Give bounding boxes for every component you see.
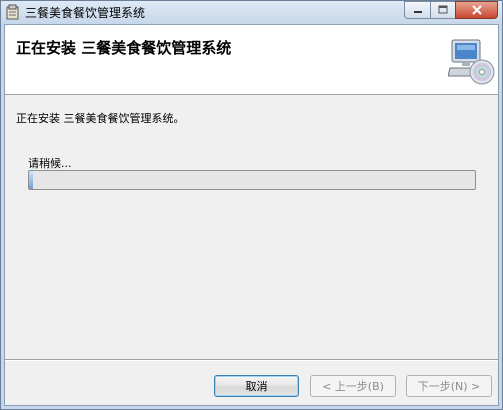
back-button[interactable]: < 上一步(B) bbox=[310, 375, 396, 397]
wait-label: 请稍候... bbox=[28, 157, 72, 170]
header-banner: 正在安装 三餐美食餐饮管理系统 bbox=[5, 25, 498, 95]
footer-separator bbox=[5, 359, 498, 361]
window-title: 三餐美食餐饮管理系统 bbox=[25, 6, 146, 20]
cancel-button[interactable]: 取消 bbox=[214, 375, 299, 397]
minimize-button[interactable] bbox=[404, 1, 430, 19]
minimize-icon bbox=[413, 11, 422, 13]
installer-window: 三餐美食餐饮管理系统 正在安装 三餐美食餐饮管理系统 正在安装 三餐美食餐饮管理… bbox=[0, 0, 503, 410]
progress-fill bbox=[29, 171, 34, 189]
installer-package-icon bbox=[6, 4, 19, 20]
maximize-icon bbox=[438, 5, 448, 14]
install-progress-bar bbox=[28, 170, 476, 190]
maximize-button[interactable] bbox=[430, 1, 455, 19]
install-message: 正在安装 三餐美食餐饮管理系统。 bbox=[16, 112, 185, 125]
title-bar[interactable]: 三餐美食餐饮管理系统 bbox=[1, 1, 502, 24]
next-button[interactable]: 下一步(N) > bbox=[406, 375, 492, 397]
dialog-client-area: 正在安装 三餐美食餐饮管理系统 正在安装 三餐美食餐饮管理系统。 请稍候... … bbox=[4, 24, 499, 406]
close-button[interactable] bbox=[455, 1, 498, 19]
computer-cd-icon bbox=[448, 39, 495, 85]
banner-title: 正在安装 三餐美食餐饮管理系统 bbox=[16, 39, 232, 57]
caption-buttons bbox=[404, 1, 498, 19]
close-icon bbox=[471, 5, 482, 15]
